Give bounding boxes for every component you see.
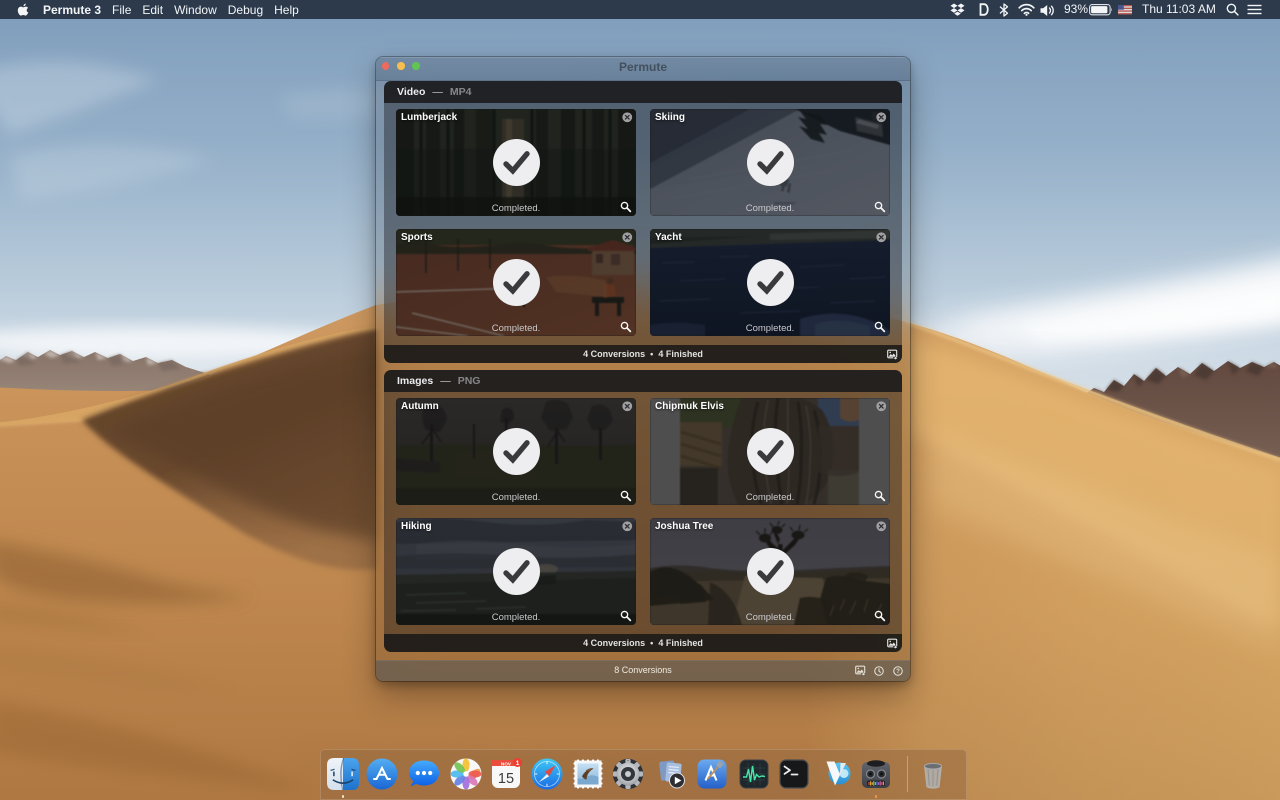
svg-text:1: 1	[516, 760, 520, 767]
svg-text:15: 15	[498, 771, 514, 787]
svg-text:NOV: NOV	[501, 761, 512, 766]
svg-text:?: ?	[896, 668, 900, 675]
